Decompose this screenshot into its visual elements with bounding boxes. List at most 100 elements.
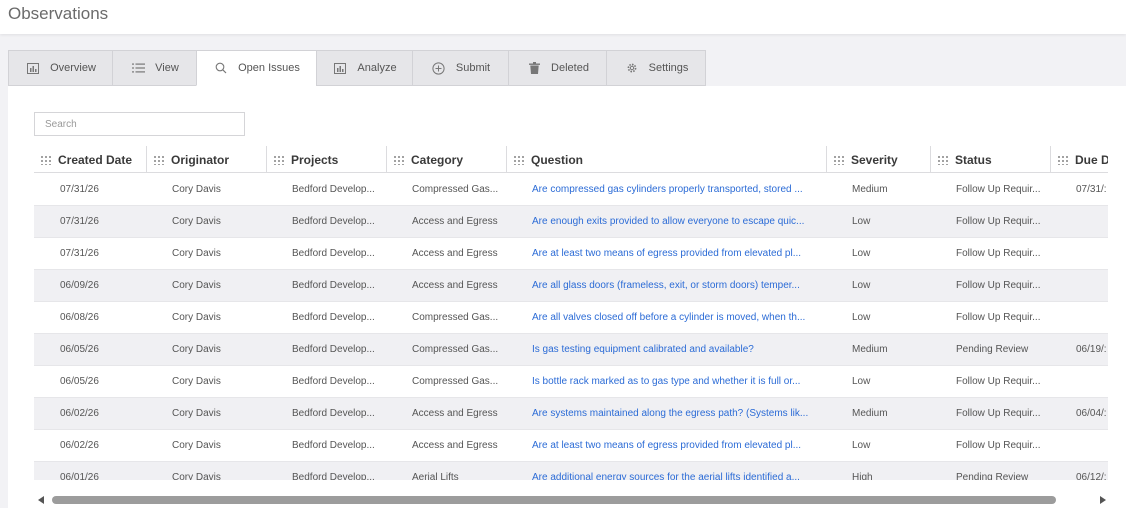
cell-due-date	[1076, 302, 1108, 333]
cell-projects: Bedford Develop...	[292, 408, 375, 419]
drag-handle-icon[interactable]	[937, 154, 949, 165]
table-row[interactable]: 07/31/26 Cory Davis Bedford Develop... Acce…	[34, 206, 1108, 238]
table-row[interactable]: 06/05/26 Cory Davis Bedford Develop... Comp…	[34, 334, 1108, 366]
column-header-originator[interactable]: Originator	[146, 146, 266, 173]
cell-status: Pending Review	[956, 472, 1029, 480]
plus-circle-icon	[431, 61, 447, 75]
cell-projects: Bedford Develop...	[292, 376, 375, 387]
column-header-created-date[interactable]: Created Date	[34, 146, 146, 173]
drag-handle-icon[interactable]	[153, 154, 165, 165]
cell-originator: Cory Davis	[172, 280, 221, 291]
tab-deleted[interactable]: Deleted	[508, 50, 606, 86]
cell-originator: Cory Davis	[172, 376, 221, 387]
cell-question[interactable]: Are at least two means of egress provide…	[532, 238, 832, 269]
drag-handle-icon[interactable]	[1057, 154, 1069, 165]
cell-status: Follow Up Requir...	[956, 312, 1041, 323]
cell-projects: Bedford Develop...	[292, 440, 375, 451]
scrollbar-thumb[interactable]	[52, 496, 1056, 504]
cell-question[interactable]: Are systems maintained along the egress …	[532, 398, 832, 429]
cell-question[interactable]: Are at least two means of egress provide…	[532, 430, 832, 461]
cell-status: Pending Review	[956, 344, 1029, 355]
cell-created-date: 06/05/26	[60, 344, 99, 355]
cell-status: Follow Up Requir...	[956, 248, 1041, 259]
cell-question[interactable]: Is bottle rack marked as to gas type and…	[532, 366, 832, 397]
tab-analyze[interactable]: Analyze	[316, 50, 412, 86]
drag-handle-icon[interactable]	[833, 154, 845, 165]
table-row[interactable]: 06/02/26 Cory Davis Bedford Develop... Acce…	[34, 430, 1108, 462]
cell-originator: Cory Davis	[172, 216, 221, 227]
cell-due-date: 07/31/:	[1076, 184, 1107, 195]
cell-projects: Bedford Develop...	[292, 472, 375, 480]
cell-category: Compressed Gas...	[412, 376, 499, 387]
scroll-right-icon[interactable]	[1100, 496, 1106, 504]
search-icon	[213, 61, 229, 75]
cell-question[interactable]: Are all valves closed off before a cylin…	[532, 302, 832, 333]
cell-originator: Cory Davis	[172, 184, 221, 195]
cell-created-date: 07/31/26	[60, 216, 99, 227]
cell-severity: Low	[852, 248, 871, 259]
cell-created-date: 07/31/26	[60, 184, 99, 195]
gear-icon	[624, 61, 640, 75]
cell-category: Compressed Gas...	[412, 344, 499, 355]
column-header-projects[interactable]: Projects	[266, 146, 386, 173]
tab-label: Open Issues	[238, 62, 300, 74]
cell-severity: Medium	[852, 408, 888, 419]
tab-bar: Overview View Open Issues Analyze Submit…	[8, 50, 706, 86]
cell-created-date: 06/01/26	[60, 472, 99, 480]
table-row[interactable]: 06/01/26 Cory Davis Bedford Develop... Aeri…	[34, 462, 1108, 480]
drag-handle-icon[interactable]	[273, 154, 285, 165]
column-header-status[interactable]: Status	[930, 146, 1050, 173]
cell-created-date: 06/05/26	[60, 376, 99, 387]
cell-category: Compressed Gas...	[412, 312, 499, 323]
cell-question[interactable]: Are additional energy sources for the ae…	[532, 462, 832, 480]
table-row[interactable]: 06/09/26 Cory Davis Bedford Develop... Acce…	[34, 270, 1108, 302]
cell-severity: Medium	[852, 184, 888, 195]
cell-question[interactable]: Are all glass doors (frameless, exit, or…	[532, 270, 832, 301]
cell-originator: Cory Davis	[172, 344, 221, 355]
cell-severity: Low	[852, 440, 871, 451]
tab-settings[interactable]: Settings	[606, 50, 706, 86]
cell-status: Follow Up Requir...	[956, 440, 1041, 451]
cell-category: Aerial Lifts	[412, 472, 459, 480]
cell-category: Access and Egress	[412, 280, 498, 291]
table-row[interactable]: 06/05/26 Cory Davis Bedford Develop... Comp…	[34, 366, 1108, 398]
cell-status: Follow Up Requir...	[956, 184, 1041, 195]
horizontal-scrollbar[interactable]	[34, 494, 1108, 506]
table-row[interactable]: 06/08/26 Cory Davis Bedford Develop... Comp…	[34, 302, 1108, 334]
tab-overview[interactable]: Overview	[8, 50, 112, 86]
table-row[interactable]: 06/02/26 Cory Davis Bedford Develop... Acce…	[34, 398, 1108, 430]
tab-label: View	[155, 62, 179, 74]
drag-handle-icon[interactable]	[513, 154, 525, 165]
cell-due-date: 06/04/:	[1076, 408, 1107, 419]
table-row[interactable]: 07/31/26 Cory Davis Bedford Develop... Acce…	[34, 238, 1108, 270]
cell-question[interactable]: Are compressed gas cylinders properly tr…	[532, 174, 832, 205]
tab-view[interactable]: View	[112, 50, 196, 86]
cell-projects: Bedford Develop...	[292, 248, 375, 259]
tab-open-issues[interactable]: Open Issues	[196, 50, 316, 86]
cell-severity: Low	[852, 216, 871, 227]
scroll-left-icon[interactable]	[38, 496, 44, 504]
drag-handle-icon[interactable]	[393, 154, 405, 165]
cell-severity: Low	[852, 280, 871, 291]
cell-question[interactable]: Is gas testing equipment calibrated and …	[532, 334, 832, 365]
chart-icon	[25, 61, 41, 75]
cell-due-date	[1076, 430, 1108, 461]
cell-category: Compressed Gas...	[412, 184, 499, 195]
column-header-category[interactable]: Category	[386, 146, 506, 173]
column-header-question[interactable]: Question	[506, 146, 826, 173]
search-input[interactable]	[34, 112, 245, 136]
cell-originator: Cory Davis	[172, 248, 221, 259]
cell-category: Access and Egress	[412, 248, 498, 259]
cell-status: Follow Up Requir...	[956, 408, 1041, 419]
drag-handle-icon[interactable]	[40, 154, 52, 165]
cell-originator: Cory Davis	[172, 312, 221, 323]
cell-due-date: 06/19/:	[1076, 344, 1107, 355]
cell-question[interactable]: Are enough exits provided to allow every…	[532, 206, 832, 237]
column-header-severity[interactable]: Severity	[826, 146, 930, 173]
tab-label: Overview	[50, 62, 96, 74]
tab-submit[interactable]: Submit	[412, 50, 508, 86]
table-row[interactable]: 07/31/26 Cory Davis Bedford Develop... Comp…	[34, 174, 1108, 206]
cell-created-date: 06/09/26	[60, 280, 99, 291]
column-header-due-date[interactable]: Due D	[1050, 146, 1108, 173]
chart-icon	[332, 61, 348, 75]
